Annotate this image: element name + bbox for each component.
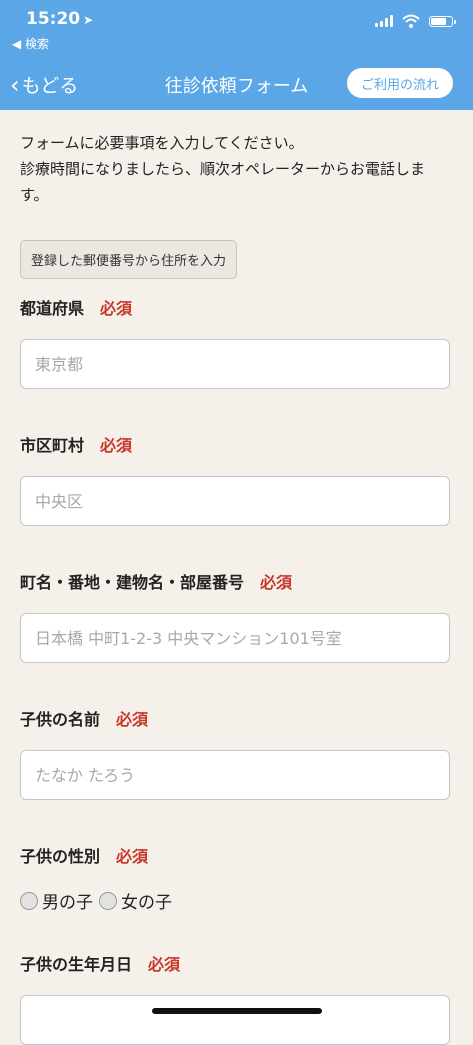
child-name-input[interactable]	[20, 750, 450, 800]
required-badge: 必須	[148, 955, 181, 974]
battery-icon	[429, 15, 456, 27]
intro-text: フォームに必要事項を入力してください。 診療時間になりましたら、順次オペレーター…	[20, 134, 426, 204]
status-indicators	[375, 14, 456, 28]
gender-radio-boy[interactable]: 男の子	[20, 888, 93, 913]
required-badge: 必須	[260, 573, 293, 592]
form: フォームに必要事項を入力してください。 診療時間になりましたら、順次オペレーター…	[20, 110, 453, 1045]
prefecture-label: 都道府県 必須	[20, 295, 453, 319]
app-header: 15:20 ➤ ◀ 検索 ‹ もどる 往診依頼フォーム ご利用の流れ	[0, 0, 473, 110]
location-arrow-icon: ➤	[83, 13, 94, 27]
child-birthdate-label: 子供の生年月日 必須	[20, 951, 453, 975]
child-birthdate-input[interactable]	[20, 995, 450, 1045]
child-gender-label: 子供の性別 必須	[20, 843, 453, 867]
radio-circle-icon	[20, 891, 38, 910]
required-badge: 必須	[100, 299, 133, 318]
radio-circle-icon	[99, 891, 117, 910]
prefecture-input[interactable]	[20, 339, 450, 389]
gender-radio-group: 男の子 女の子	[20, 888, 453, 913]
required-badge: 必須	[116, 710, 149, 729]
status-time: 15:20 ➤	[26, 9, 94, 29]
required-badge: 必須	[100, 436, 133, 455]
child-name-label: 子供の名前 必須	[20, 706, 453, 730]
back-to-app-link[interactable]: ◀ 検索	[12, 35, 49, 52]
signal-icon	[375, 15, 393, 27]
wifi-icon	[402, 14, 420, 28]
city-label: 市区町村 必須	[20, 432, 453, 456]
city-input[interactable]	[20, 476, 450, 526]
gender-radio-girl[interactable]: 女の子	[99, 888, 172, 913]
street-label: 町名・番地・建物名・部屋番号 必須	[20, 569, 453, 593]
fill-address-button[interactable]: 登録した郵便番号から住所を入力	[20, 240, 238, 279]
home-indicator	[152, 1008, 322, 1014]
street-input[interactable]	[20, 613, 450, 663]
required-badge: 必須	[116, 847, 149, 866]
usage-flow-button[interactable]: ご利用の流れ	[347, 68, 453, 98]
